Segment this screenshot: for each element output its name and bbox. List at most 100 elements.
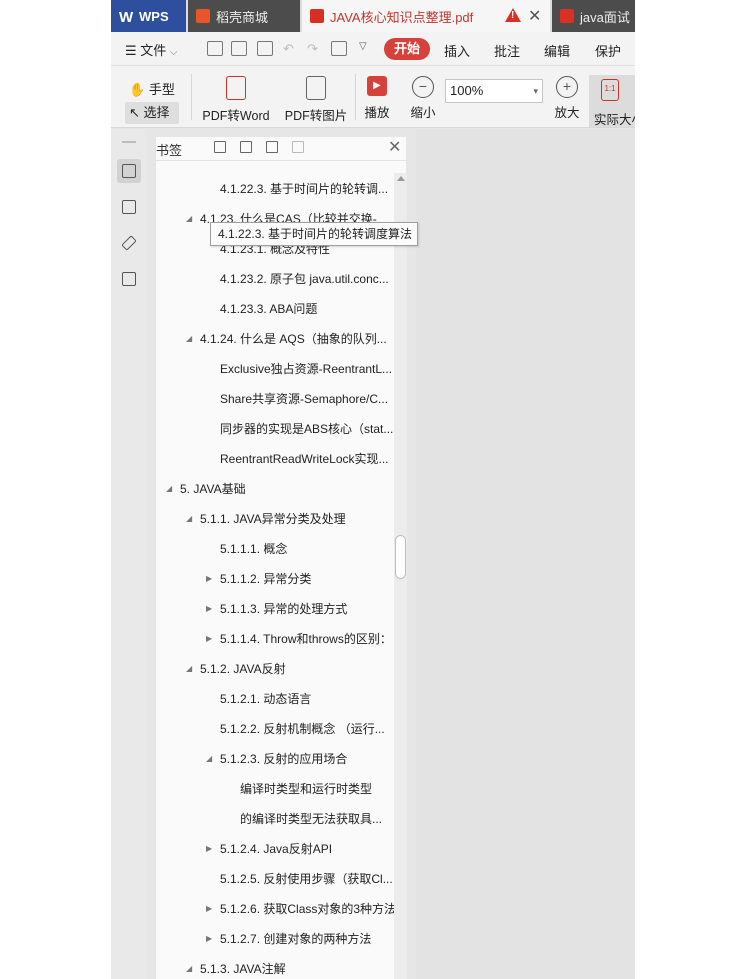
menu-start[interactable]: 开始	[384, 38, 430, 60]
zoom-in-button[interactable]: + 放大	[551, 76, 583, 121]
bookmark-item[interactable]: 5.1.2.5. 反射使用步骤（获取Cl...	[220, 869, 393, 889]
save-icon[interactable]	[231, 41, 247, 56]
bookmark-label: 编译时类型和运行时类型	[240, 782, 373, 796]
bookmark-label: 5.1.2.6. 获取Class对象的3种方法	[220, 902, 394, 916]
menu-edit[interactable]: 编辑	[544, 41, 570, 60]
menu-protect[interactable]: 保护	[595, 41, 621, 60]
collapsed-arrow-icon[interactable]: ▶	[206, 899, 216, 919]
signature-panel-toggle[interactable]	[117, 267, 141, 291]
bookmark-item[interactable]: 5.1.3. JAVA注解	[200, 959, 286, 979]
bookmark-label: 5. JAVA基础	[180, 482, 246, 496]
bookmark-item[interactable]: 5.1.2.6. 获取Class对象的3种方法	[220, 899, 394, 919]
bookmark-label: 5.1.2.1. 动态语言	[220, 692, 312, 706]
scroll-up-arrow-icon[interactable]	[397, 176, 405, 181]
menu-insert[interactable]: 插入	[444, 41, 470, 60]
bookmark-item[interactable]: 4.1.23.2. 原子包 java.util.conc...	[220, 269, 389, 289]
collapsed-arrow-icon[interactable]: ▶	[206, 839, 216, 859]
open-folder-icon[interactable]	[207, 41, 223, 56]
ribbon-toolbar: ✋ 手型 ↖ 选择 PDF转Word PDF转图片 ▶ 播放 − 缩小 100%…	[111, 66, 635, 128]
menu-annotate[interactable]: 批注	[494, 41, 520, 60]
warning-icon[interactable]	[505, 8, 521, 22]
undo-icon[interactable]: ↶	[283, 41, 294, 57]
bookmark-panel-toggle[interactable]	[117, 159, 141, 183]
expanded-arrow-icon[interactable]: ◢	[186, 509, 196, 529]
bookmark-item[interactable]: 的编译时类型无法获取具...	[240, 809, 382, 829]
bookmark-item[interactable]: 同步器的实现是ABS核心（stat...	[220, 419, 393, 439]
document-view-area[interactable]	[416, 129, 635, 979]
collapsed-arrow-icon[interactable]: ▶	[206, 599, 216, 619]
wps-window: W WPS 稻壳商城 JAVA核心知识点整理.pdf ✕ java面试 ☰ 文件…	[111, 0, 635, 979]
bookmark-item[interactable]: 5.1.2.2. 反射机制概念 （运行...	[220, 719, 385, 739]
bookmark-label: 同步器的实现是ABS核心（stat...	[220, 422, 394, 436]
expanded-arrow-icon[interactable]: ◢	[186, 959, 196, 979]
bookmark-item[interactable]: 5.1.1. JAVA异常分类及处理	[200, 509, 346, 529]
toolbar-divider	[355, 74, 356, 120]
zoom-in-label: 放大	[554, 106, 580, 120]
hand-tool[interactable]: ✋ 手型	[129, 79, 175, 98]
collapsed-arrow-icon[interactable]: ▶	[206, 569, 216, 589]
tab-daoke-store[interactable]: 稻壳商城	[188, 0, 300, 32]
bookmark-label: ReentrantReadWriteLock实现...	[220, 452, 389, 466]
bookmark-item[interactable]: 5.1.1.3. 异常的处理方式	[220, 599, 347, 619]
bookmark-item[interactable]: 5.1.2.4. Java反射API	[220, 839, 332, 859]
bookmark-item[interactable]: ReentrantReadWriteLock实现...	[220, 449, 389, 469]
zoom-level-select[interactable]: 100% ▾	[445, 79, 543, 103]
hand-icon: ✋	[129, 82, 146, 97]
quick-access-dropdown-icon[interactable]: ▽	[359, 41, 367, 52]
expanded-arrow-icon[interactable]: ◢	[186, 209, 196, 229]
play-label: 播放	[364, 106, 390, 120]
bookmark-item[interactable]: 5.1.1.4. Throw和throws的区别：	[220, 629, 392, 649]
bookmark-label: 5.1.2.2. 反射机制概念 （运行...	[220, 722, 385, 736]
left-navigation-rail	[111, 129, 147, 979]
zoom-out-icon: −	[412, 76, 434, 98]
expanded-arrow-icon[interactable]: ◢	[206, 749, 216, 769]
signature-icon	[122, 272, 136, 286]
expanded-arrow-icon[interactable]: ◢	[166, 479, 176, 499]
bookmark-item[interactable]: Share共享资源-Semaphore/C...	[220, 389, 388, 409]
bookmark-item[interactable]: 5.1.2.1. 动态语言	[220, 689, 311, 709]
bookmark-tree: 4.1.22.3. 基于时间片的轮转调... ◢ 4.1.23. 什么是CAS（…	[156, 137, 394, 979]
bookmark-item[interactable]: 5.1.2. JAVA反射	[200, 659, 286, 679]
print-icon[interactable]	[257, 41, 273, 56]
play-button[interactable]: ▶ 播放	[361, 76, 393, 121]
bookmark-item[interactable]: 5. JAVA基础	[180, 479, 246, 499]
actual-size-label: 实际大小	[594, 113, 635, 127]
expanded-arrow-icon[interactable]: ◢	[186, 659, 196, 679]
bookmark-item[interactable]: 编译时类型和运行时类型	[240, 779, 372, 799]
thumbnail-panel-toggle[interactable]	[117, 195, 141, 219]
bookmark-item[interactable]: 4.1.23.3. ABA问题	[220, 299, 317, 319]
collapsed-arrow-icon[interactable]: ▶	[206, 629, 216, 649]
tab-wps[interactable]: W WPS	[111, 0, 186, 32]
bookmark-label: 5.1.2.4. Java反射API	[220, 842, 333, 856]
bookmark-label: 4.1.23.2. 原子包 java.util.conc...	[220, 272, 389, 286]
bookmark-item[interactable]: 5.1.2.3. 反射的应用场合	[220, 749, 347, 769]
menu-bar: ☰ 文件 ⌵ ↶ ↷ ▽ 开始 插入 批注 编辑 保护	[111, 32, 635, 66]
file-menu[interactable]: ☰ 文件 ⌵	[125, 40, 178, 59]
collapsed-arrow-icon[interactable]: ▶	[206, 929, 216, 949]
bookmark-label: 5.1.2.5. 反射使用步骤（获取Cl...	[220, 872, 393, 886]
bookmark-item[interactable]: 5.1.1.1. 概念	[220, 539, 287, 559]
bookmark-scrollbar[interactable]	[394, 173, 407, 979]
bookmark-panel: 书签 ✕ 4.1.22.3. 基于时间片的轮转调... ◢ 4.1.23. 什么…	[155, 137, 407, 979]
bookmark-item[interactable]: 4.1.22.3. 基于时间片的轮转调...	[220, 179, 388, 199]
select-tool[interactable]: ↖ 选择	[125, 102, 179, 124]
bookmark-item[interactable]: 5.1.1.2. 异常分类	[220, 569, 311, 589]
actual-size-button[interactable]: 1:1 实际大小	[589, 75, 635, 127]
zoom-dropdown-arrow-icon: ▾	[533, 86, 538, 96]
wps-logo-icon: W	[119, 9, 134, 26]
tab-active-document[interactable]: JAVA核心知识点整理.pdf ✕	[302, 0, 550, 32]
tab-other-document[interactable]: java面试	[552, 0, 635, 32]
scrollbar-thumb[interactable]	[395, 535, 406, 579]
pdf-to-image-button[interactable]: PDF转图片	[283, 76, 349, 124]
bookmark-item[interactable]: Exclusive独占资源-ReentrantL...	[220, 359, 392, 379]
close-tab-icon[interactable]: ✕	[528, 6, 541, 26]
expanded-arrow-icon[interactable]: ◢	[186, 329, 196, 349]
bookmark-item[interactable]: 4.1.24. 什么是 AQS（抽象的队列...	[200, 329, 387, 349]
pdf-to-word-button[interactable]: PDF转Word	[201, 76, 271, 124]
bookmark-item[interactable]: 5.1.2.7. 创建对象的两种方法	[220, 929, 371, 949]
annotation-panel-toggle[interactable]	[117, 231, 141, 255]
pdf-sign-icon[interactable]	[331, 41, 347, 56]
zoom-out-label: 缩小	[410, 106, 436, 120]
redo-icon[interactable]: ↷	[307, 41, 318, 57]
zoom-out-button[interactable]: − 缩小	[407, 76, 439, 121]
